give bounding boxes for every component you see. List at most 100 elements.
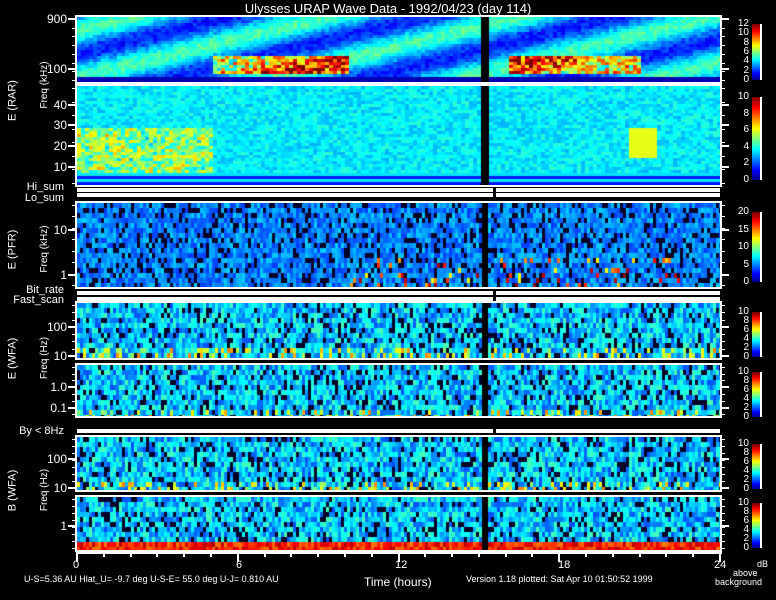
y-minor-tick [72, 548, 77, 549]
y-minor-tick [720, 239, 725, 241]
y-minor-tick [720, 80, 725, 81]
y-minor-tick [720, 414, 725, 415]
y-minor-tick [720, 439, 725, 440]
x-tick [477, 552, 480, 557]
right-axis-b-wfa-high [720, 435, 722, 492]
colorbar-rar-low [752, 97, 760, 180]
y-minor-tick [72, 142, 77, 144]
colorbar-bracket [760, 503, 762, 548]
right-axis-e-wfa-high [720, 301, 722, 360]
group-label-pfr: E (PFR) [6, 229, 19, 270]
colorbar-bracket [760, 372, 762, 417]
y-minor-tick [720, 88, 725, 89]
colorbar-tick-label-pfr: 10 [737, 241, 749, 252]
colorbar-tick-label-pfr: 20 [737, 206, 749, 217]
y-minor-tick [72, 393, 77, 395]
colorbar-tick-label-rar-low: 8 [743, 107, 749, 119]
x-tick [209, 552, 212, 557]
y-tick-pfr [68, 229, 77, 232]
y-minor-tick [72, 481, 77, 482]
x-axis [77, 552, 722, 554]
y-minor-tick [720, 101, 725, 103]
x-tick [183, 552, 186, 557]
x-tick-label-6: 6 [236, 559, 243, 571]
y-minor-tick [72, 520, 77, 521]
y-minor-tick [72, 19, 77, 20]
x-tick [156, 552, 159, 557]
y-minor-tick [720, 115, 725, 117]
x-tick [370, 552, 373, 557]
ephemeris-text: U-S=5.36 AU Hlat_U= -9.7 deg U-S-E= 55.0… [24, 574, 279, 584]
y-minor-tick [720, 205, 725, 206]
y-minor-tick [720, 128, 725, 130]
y-minor-tick [720, 481, 725, 482]
colorbar-tick-label-b-wfa-low: 0 [743, 542, 749, 553]
y-minor-tick [720, 53, 725, 55]
x-tick [451, 552, 454, 557]
y-minor-tick [72, 62, 77, 64]
y-minor-tick [72, 334, 77, 336]
colorbar-bracket [760, 444, 762, 489]
y-minor-tick [720, 467, 725, 468]
y-minor-tick [72, 101, 77, 103]
y-minor-tick [720, 334, 725, 336]
y-minor-tick [720, 319, 725, 321]
lo-sum-label: Lo_sum [24, 192, 64, 204]
y-minor-tick [720, 62, 725, 64]
y-minor-tick [72, 527, 77, 528]
y-minor-tick [72, 45, 77, 47]
y-minor-tick [72, 499, 77, 500]
y-minor-tick [72, 115, 77, 117]
y-minor-tick [72, 356, 77, 357]
y-minor-tick [720, 373, 725, 375]
y-minor-tick [720, 262, 725, 264]
y-minor-tick [720, 400, 725, 402]
y-minor-tick [720, 506, 725, 507]
y-minor-tick [720, 527, 725, 528]
bar-gap [493, 291, 496, 295]
colorbar-b-wfa-high [752, 444, 760, 489]
y-tick-rar-low [68, 145, 77, 148]
y-minor-tick [720, 534, 725, 535]
y-minor-tick [72, 319, 77, 321]
y-minor-tick [72, 250, 77, 252]
right-axis-b-wfa-low [720, 495, 722, 552]
y-tick-rar-low [68, 103, 77, 106]
lo-sum-bar [77, 193, 720, 197]
x-axis-label: Time (hours) [364, 575, 432, 589]
x-tick [424, 552, 427, 557]
x-tick [611, 552, 614, 557]
y-tick-label-e-wfa-high: 10 [53, 348, 67, 363]
x-tick-label-24: 24 [714, 559, 727, 571]
y-tick-label-e-wfa-low: 1.0 [50, 379, 67, 394]
y-minor-tick [72, 541, 77, 542]
x-tick [585, 552, 588, 557]
y-tick-rar-low [68, 124, 77, 127]
y-tick-label-pfr: 1 [60, 267, 67, 282]
y-minor-tick [72, 341, 77, 343]
colorbar-e-wfa-high [752, 312, 760, 357]
y-minor-tick [720, 407, 725, 409]
y-minor-tick [72, 312, 77, 314]
y-minor-tick [720, 348, 725, 350]
version-text: Version 1.18 plotted: Sat Apr 10 01:50:5… [466, 574, 653, 584]
y-minor-tick [72, 460, 77, 461]
y-tick-rar-high [68, 67, 77, 70]
spectrogram-b-wfa-high [77, 437, 720, 490]
colorbar-b-wfa-low [752, 503, 760, 548]
colorbar-tick-label-rar-low: 4 [743, 140, 749, 152]
y-minor-tick [720, 216, 725, 218]
y-minor-tick [720, 155, 725, 157]
bar-gap [493, 429, 496, 433]
y-minor-tick [720, 305, 725, 306]
colorbar-tick-label-b-wfa-high: 0 [743, 483, 749, 494]
y-minor-tick [72, 488, 77, 489]
y-minor-tick [72, 348, 77, 350]
y-minor-tick [72, 400, 77, 402]
y-minor-tick [72, 506, 77, 507]
bar-gap [493, 297, 496, 301]
colorbar-tick-label-e-wfa-low: 0 [743, 411, 749, 422]
colorbar-bracket [760, 212, 762, 282]
y-minor-tick [720, 367, 725, 368]
y-minor-tick [720, 36, 725, 38]
